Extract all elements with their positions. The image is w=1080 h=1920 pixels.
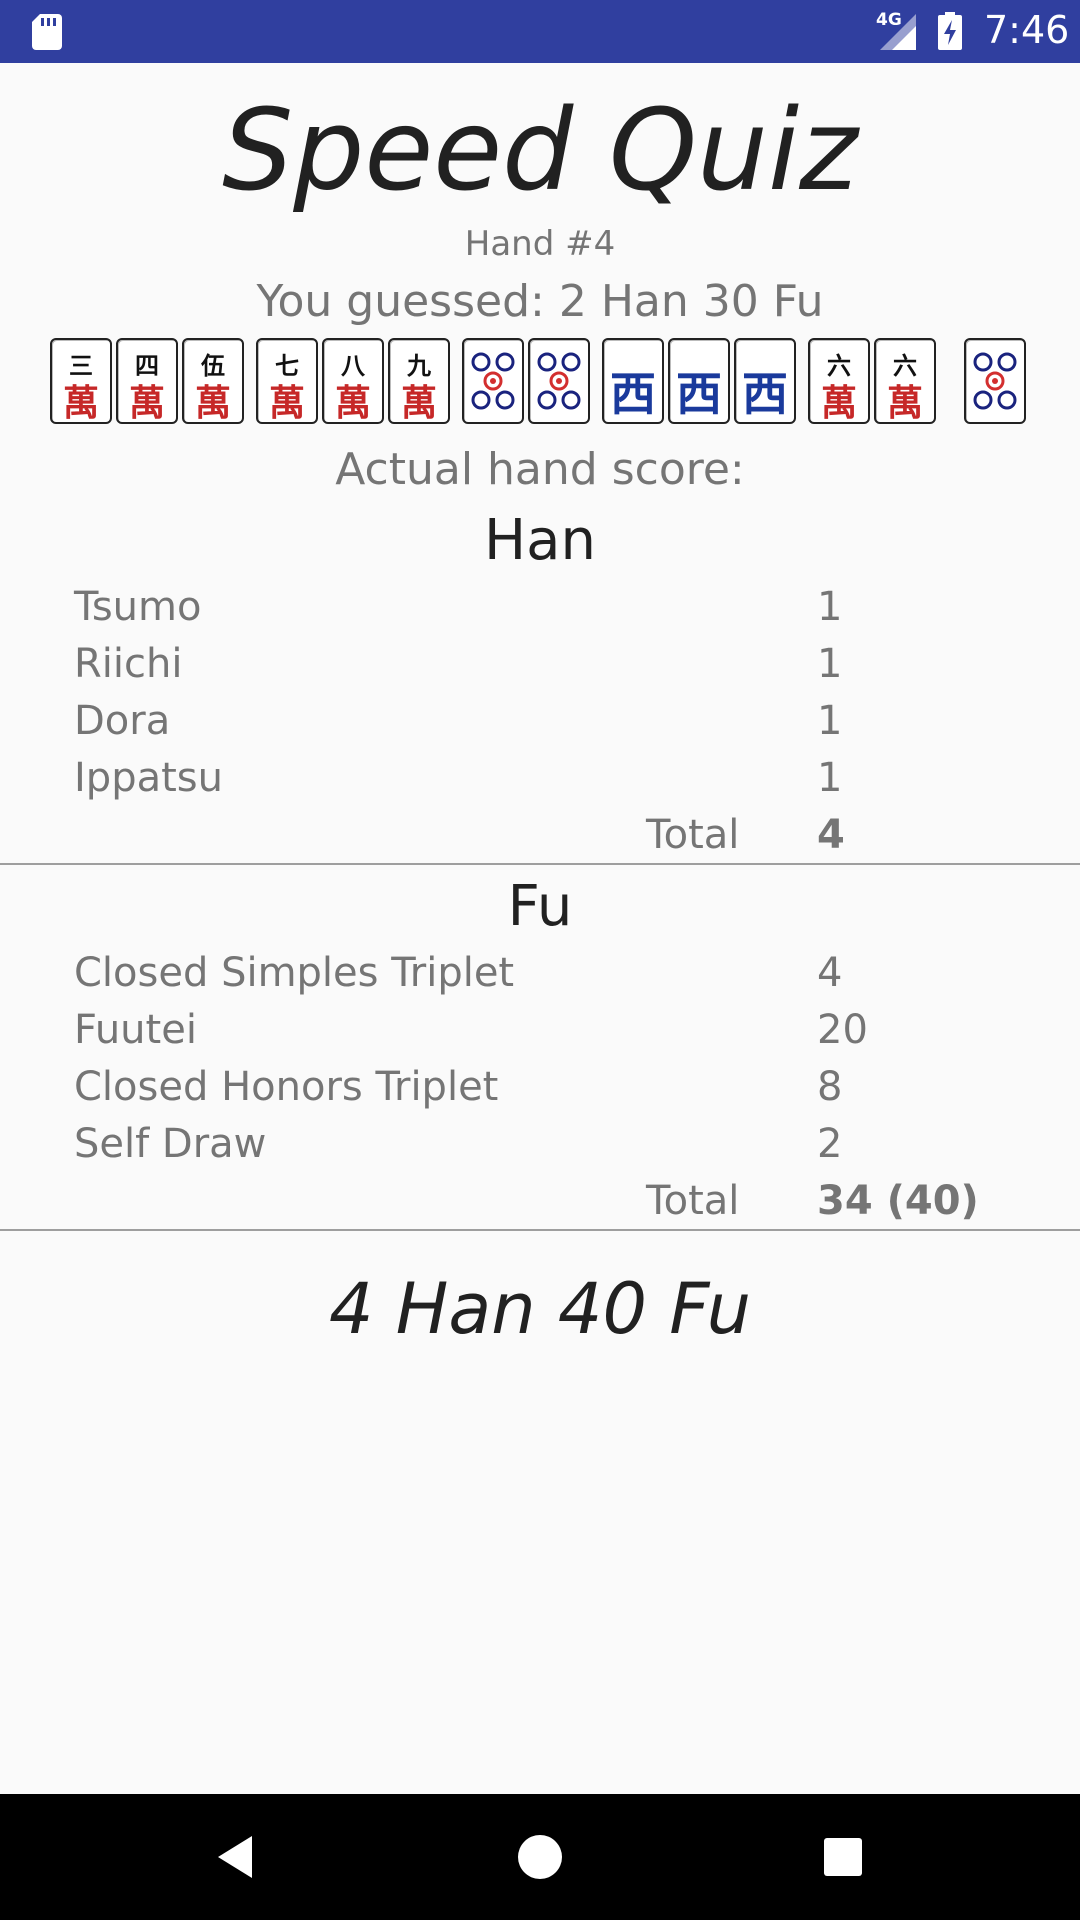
fu-row-label: Self Draw bbox=[74, 1121, 267, 1167]
fu-row-label: Fuutei bbox=[74, 1007, 197, 1053]
pin-tile bbox=[462, 338, 524, 424]
fu-row-value: 4 bbox=[817, 950, 843, 996]
page-title: Speed Quiz bbox=[222, 86, 858, 216]
hand-number: Hand #4 bbox=[464, 224, 616, 264]
han-heading: Han bbox=[484, 508, 596, 573]
fu-row-value: 8 bbox=[817, 1064, 843, 1110]
section-divider bbox=[0, 863, 1080, 865]
fu-row-label: Closed Simples Triplet bbox=[74, 950, 515, 996]
fu-row-label: Closed Honors Triplet bbox=[74, 1064, 499, 1110]
man-tile: 六萬 bbox=[808, 338, 870, 424]
man-tile: 四萬 bbox=[116, 338, 178, 424]
final-result: 4 Han 40 Fu bbox=[328, 1268, 752, 1350]
han-row-value: 1 bbox=[817, 584, 843, 630]
man-tile: 六萬 bbox=[874, 338, 936, 424]
man-tile: 九萬 bbox=[388, 338, 450, 424]
han-row-label: Ippatsu bbox=[74, 755, 223, 801]
han-row-value: 1 bbox=[817, 698, 843, 744]
clock: 7:46 bbox=[984, 8, 1070, 52]
han-row-label: Riichi bbox=[74, 641, 183, 687]
winning-pin-tile bbox=[964, 338, 1026, 424]
han-row-label: Dora bbox=[74, 698, 171, 744]
back-icon[interactable] bbox=[212, 1832, 262, 1882]
home-icon[interactable] bbox=[515, 1832, 565, 1882]
navigation-bar bbox=[0, 1794, 1080, 1920]
hand-tiles: 三萬 四萬 伍萬 七萬 八萬 九萬 西 西 西 六 萬 六 萬 bbox=[0, 338, 1080, 428]
recents-icon[interactable] bbox=[818, 1832, 868, 1882]
pin-tile bbox=[528, 338, 590, 424]
actual-score-label: Actual hand score: bbox=[335, 444, 745, 495]
sd-card-icon bbox=[32, 14, 62, 50]
battery-charging-icon bbox=[938, 12, 962, 50]
man-tile: 三萬 bbox=[50, 338, 112, 424]
west-wind-tile: 西 bbox=[668, 338, 730, 424]
han-row-value: 1 bbox=[817, 755, 843, 801]
han-total-value: 4 bbox=[817, 812, 845, 858]
han-row-value: 1 bbox=[817, 641, 843, 687]
guess-text: You guessed: 2 Han 30 Fu bbox=[256, 276, 824, 327]
west-wind-tile: 西 bbox=[602, 338, 664, 424]
fu-total-label: Total bbox=[646, 1178, 740, 1224]
man-tile: 伍萬 bbox=[182, 338, 244, 424]
signal-icon bbox=[880, 14, 916, 50]
man-tile: 八萬 bbox=[322, 338, 384, 424]
status-bar: 4G 7:46 bbox=[0, 0, 1080, 63]
han-row-label: Tsumo bbox=[74, 584, 202, 630]
fu-heading: Fu bbox=[507, 874, 573, 939]
man-tile: 七萬 bbox=[256, 338, 318, 424]
west-wind-tile: 西 bbox=[734, 338, 796, 424]
fu-total-value: 34 (40) bbox=[817, 1178, 979, 1224]
han-total-label: Total bbox=[646, 812, 740, 858]
fu-row-value: 20 bbox=[817, 1007, 868, 1053]
fu-row-value: 2 bbox=[817, 1121, 843, 1167]
section-divider bbox=[0, 1229, 1080, 1231]
